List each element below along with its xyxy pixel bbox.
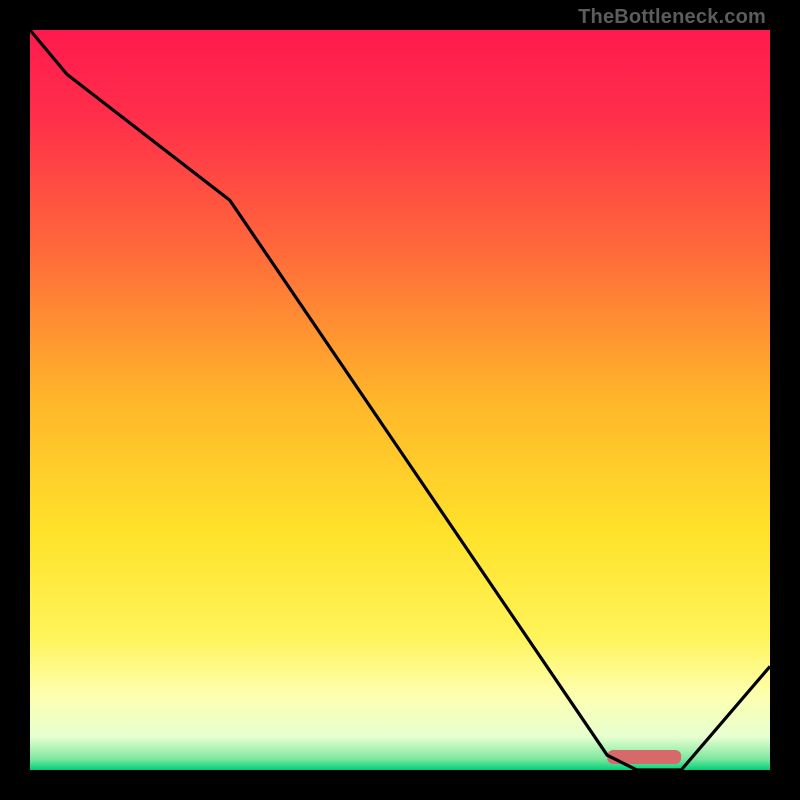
chart-frame: [30, 30, 770, 770]
bottleneck-chart: [30, 30, 770, 770]
watermark-text: TheBottleneck.com: [578, 6, 766, 29]
gradient-background: [30, 30, 770, 770]
